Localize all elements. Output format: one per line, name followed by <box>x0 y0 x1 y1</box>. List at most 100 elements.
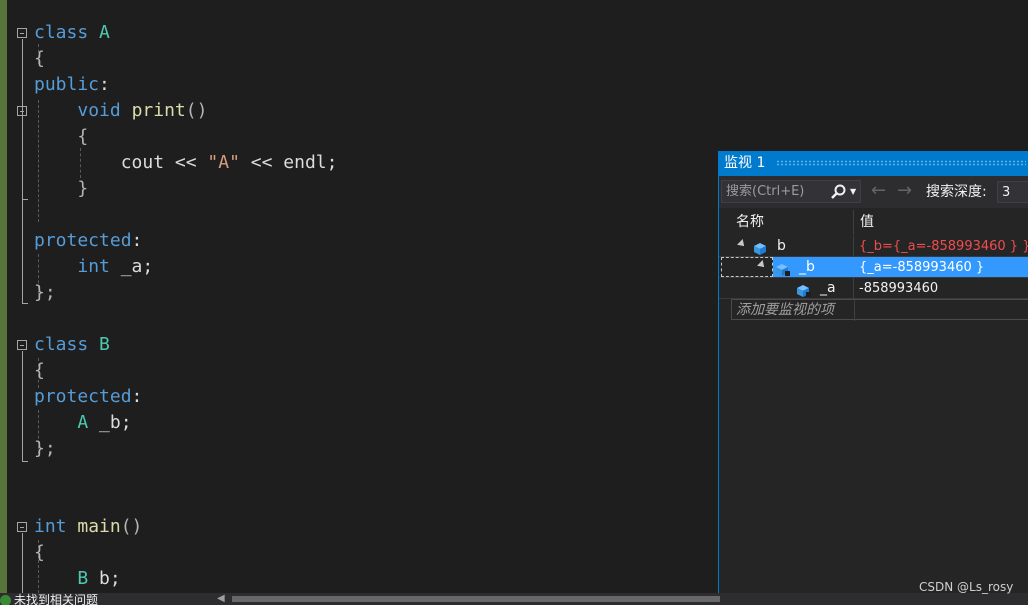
code-token: : <box>131 230 143 251</box>
watch-row-selected[interactable]: _b {_a=-858993460 } <box>719 257 1028 278</box>
code-token: protected <box>34 230 132 251</box>
code-line[interactable]: class A <box>34 20 110 46</box>
code-line[interactable]: int main() <box>34 514 142 540</box>
status-text[interactable]: 未找到相关问题 <box>14 593 98 605</box>
watch-title-bar[interactable]: 监视 1 <box>719 151 1028 176</box>
code-line[interactable]: { <box>34 540 45 566</box>
code-token: void <box>77 100 121 121</box>
code-token: B <box>77 568 89 589</box>
code-token: () <box>185 100 208 121</box>
horizontal-scrollbar-thumb[interactable] <box>232 596 720 602</box>
search-depth-label: 搜索深度: <box>926 184 987 200</box>
column-separator[interactable] <box>853 210 854 235</box>
outline-end <box>22 199 28 200</box>
code-line[interactable]: protected: <box>34 384 142 410</box>
gutter <box>7 0 12 593</box>
code-token: int <box>77 256 110 277</box>
search-box[interactable]: ▼ <box>721 180 861 203</box>
column-separator <box>853 278 854 299</box>
code-line[interactable]: } <box>34 176 88 202</box>
search-icon[interactable] <box>830 183 848 201</box>
chevron-down-icon[interactable]: ▼ <box>850 187 856 196</box>
forward-arrow-icon[interactable]: → <box>897 180 912 202</box>
code-token: class <box>34 334 89 355</box>
watch-toolbar: ▼ ← → 搜索深度: <box>719 176 1028 208</box>
watch-title: 监视 1 <box>724 155 766 171</box>
search-input[interactable] <box>722 181 826 202</box>
code-token: endl <box>283 152 327 173</box>
object-cube-icon <box>776 261 790 276</box>
collapse-box-icon[interactable] <box>17 522 27 532</box>
code-token: { <box>34 542 45 563</box>
code-line[interactable]: }; <box>34 280 56 306</box>
code-token: } <box>77 178 89 199</box>
code-token: B <box>99 334 110 355</box>
code-token: A <box>77 412 89 433</box>
watch-row-value[interactable]: {_a=-858993460 } <box>859 259 984 276</box>
outline-line <box>22 39 23 303</box>
focus-rect <box>721 257 773 277</box>
code-token: }; <box>34 438 56 459</box>
scroll-left-icon[interactable]: ◀ <box>217 594 225 604</box>
code-token: main <box>77 516 121 537</box>
code-token: cout <box>120 152 165 173</box>
watch-row[interactable]: _a -858993460 <box>719 278 1028 299</box>
object-cube-icon <box>754 240 766 255</box>
code-token: : <box>131 386 143 407</box>
code-token: : <box>99 74 110 95</box>
watch-window[interactable]: 监视 1 ▼ ← → 搜索深度: 名称 值 b {_b={_a=-8 <box>718 151 1028 605</box>
code-line[interactable]: class B <box>34 332 110 358</box>
code-token: protected <box>34 386 132 407</box>
outline-end <box>22 303 28 304</box>
search-depth-input[interactable] <box>997 181 1028 203</box>
outline-line <box>22 533 23 593</box>
code-token: }; <box>34 282 56 303</box>
code-token: () <box>120 516 143 537</box>
watch-row-value[interactable]: -858993460 <box>859 280 938 297</box>
code-token: _b; <box>88 412 132 433</box>
code-token: public <box>34 74 100 95</box>
watch-row[interactable]: b {_b={_a=-858993460 } } <box>719 236 1028 257</box>
add-watch-placeholder[interactable]: 添加要监视的项 <box>736 302 834 319</box>
watch-row-name: b <box>777 238 786 254</box>
column-header-name[interactable]: 名称 <box>736 210 764 235</box>
object-cube-icon <box>797 282 811 297</box>
outline-end <box>22 461 28 462</box>
code-line[interactable]: void print() <box>34 98 207 124</box>
code-line[interactable]: A _b; <box>34 410 132 436</box>
collapse-box-icon[interactable] <box>17 106 27 116</box>
drag-grip[interactable] <box>776 160 1026 166</box>
code-token: "A" <box>207 152 240 173</box>
watch-row-name: _b <box>799 259 815 275</box>
add-watch-row[interactable]: 添加要监视的项 <box>731 299 1028 321</box>
code-line[interactable]: B b; <box>34 566 120 592</box>
code-line[interactable]: { <box>34 46 45 72</box>
watch-row-value[interactable]: {_b={_a=-858993460 } } <box>859 238 1028 255</box>
code-line[interactable]: protected: <box>34 228 142 254</box>
back-arrow-icon[interactable]: ← <box>871 180 886 202</box>
change-tracking-bar <box>0 0 7 593</box>
column-header-value[interactable]: 值 <box>860 210 874 235</box>
collapse-box-icon[interactable] <box>17 28 27 38</box>
expander-triangle-icon[interactable] <box>737 239 747 249</box>
code-line[interactable]: public: <box>34 72 110 98</box>
code-line[interactable]: { <box>34 124 88 150</box>
code-line[interactable]: { <box>34 358 45 384</box>
code-line[interactable]: }; <box>34 436 56 462</box>
code-line[interactable]: cout << "A" << endl; <box>34 150 338 176</box>
status-strip: 未找到相关问题 ◀ <box>0 593 1028 605</box>
collapse-box-icon[interactable] <box>17 340 27 350</box>
code-token: print <box>131 100 186 121</box>
code-token: ; <box>326 152 338 173</box>
code-line[interactable]: int _a; <box>34 254 153 280</box>
grid-header: 名称 值 <box>719 210 1028 235</box>
